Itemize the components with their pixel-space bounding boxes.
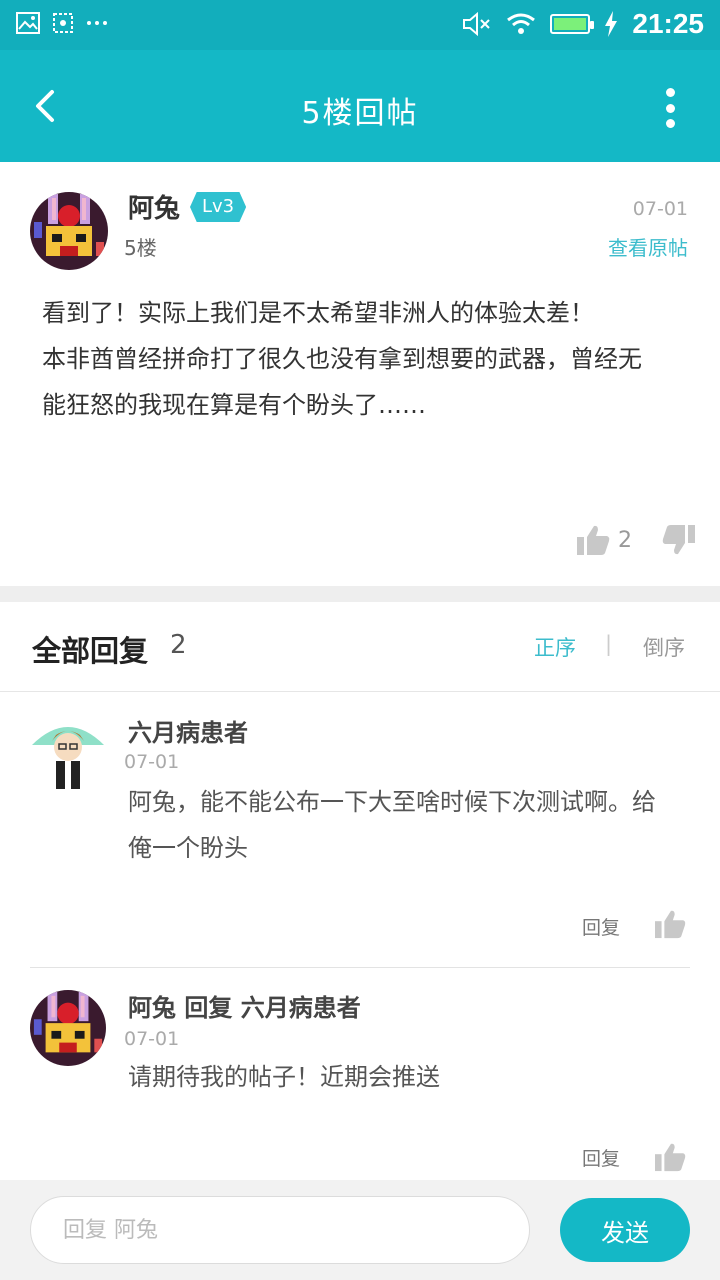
charging-icon — [605, 11, 618, 37]
section-divider — [0, 586, 720, 602]
post-author[interactable]: 阿兔 — [128, 188, 180, 225]
post-paragraph: 本非酋曾经拼命打了很久也没有拿到想要的武器，曾经无能狂怒的我现在算是有个盼头了…… — [42, 345, 642, 419]
like-button[interactable]: 2 — [576, 524, 632, 556]
thumbs-down-icon[interactable] — [662, 524, 696, 556]
avatar[interactable] — [30, 990, 106, 1066]
thumbs-up-icon — [577, 525, 610, 555]
replies-header: 全部回复 2 正序 | 倒序 — [0, 602, 720, 692]
page-title: 5楼回帖 — [301, 96, 419, 131]
app-bar: 5楼回帖 — [0, 50, 720, 162]
replies-title: 全部回复 — [32, 634, 149, 668]
thumbs-up-icon[interactable] — [654, 1142, 686, 1172]
send-button[interactable]: 发送 — [560, 1198, 690, 1262]
sort-separator: | — [605, 632, 613, 656]
reply-button[interactable]: 回复 — [582, 913, 620, 940]
screenshot-icon — [53, 13, 73, 33]
reply-text: 请期待我的帖子！近期会推送 — [128, 1063, 440, 1091]
more-dots-icon — [87, 21, 107, 25]
post-date: 07-01 — [632, 198, 688, 220]
view-original-link[interactable]: 查看原帖 — [608, 232, 688, 261]
thumbs-up-icon[interactable] — [654, 909, 686, 939]
reply-date: 07-01 — [124, 751, 180, 773]
sort-ascending-button[interactable]: 正序 — [534, 632, 576, 662]
reply-author[interactable]: 阿兔 回复 六月病患者 — [128, 988, 361, 1023]
reply-date: 07-01 — [124, 1028, 180, 1050]
mute-icon — [463, 11, 491, 37]
wifi-icon — [507, 13, 536, 34]
battery-icon — [550, 14, 595, 34]
floor-number: 5楼 — [124, 236, 157, 260]
sort-descending-button[interactable]: 倒序 — [643, 632, 685, 662]
reply-button[interactable]: 回复 — [582, 1144, 620, 1171]
level-badge: Lv3 — [190, 192, 247, 222]
reply-item: 六月病患者 07-01 阿兔，能不能公布一下大至啥时候下次测试啊。给俺一个盼头 … — [0, 693, 720, 967]
avatar[interactable] — [30, 715, 106, 791]
status-bar: 21:25 — [0, 0, 720, 50]
reply-item: 阿兔 回复 六月病患者 07-01 请期待我的帖子！近期会推送 回复 — [0, 968, 720, 1180]
original-post: 阿兔 Lv3 5楼 07-01 查看原帖 看到了！实际上我们是不太希望非洲人的体… — [0, 162, 720, 586]
overflow-menu-icon[interactable] — [660, 88, 680, 128]
reply-author[interactable]: 六月病患者 — [128, 713, 248, 748]
avatar[interactable] — [30, 192, 108, 270]
post-body: 看到了！实际上我们是不太希望非洲人的体验太差！ 本非酋曾经拼命打了很久也没有拿到… — [42, 290, 662, 428]
reply-composer: 发送 — [0, 1180, 720, 1280]
like-count: 2 — [618, 527, 632, 553]
reply-text: 阿兔，能不能公布一下大至啥时候下次测试啊。给俺一个盼头 — [128, 788, 656, 862]
post-paragraph: 看到了！实际上我们是不太希望非洲人的体验太差！ — [42, 299, 594, 327]
replies-count: 2 — [170, 630, 187, 660]
reply-input[interactable] — [30, 1196, 530, 1264]
image-icon — [16, 12, 40, 34]
clock: 21:25 — [632, 8, 704, 39]
vote-bar: 2 — [576, 524, 696, 556]
